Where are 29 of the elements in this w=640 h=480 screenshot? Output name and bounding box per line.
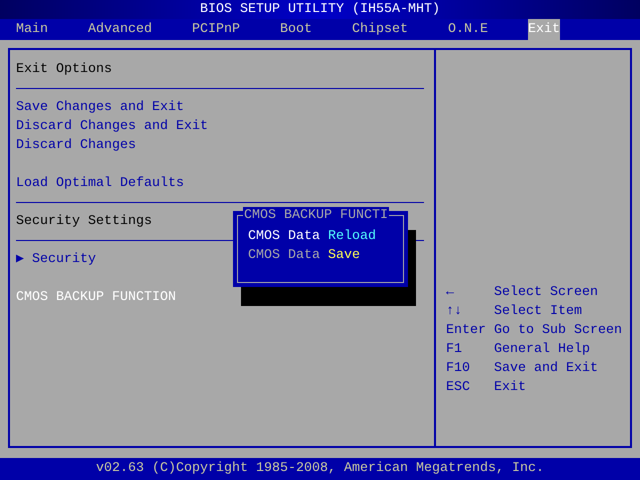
help-text: Exit	[494, 379, 527, 397]
section-heading: Exit Options	[16, 62, 112, 77]
copyright-text: v02.63 (C)Copyright 1985-2008, American Megatrends, Inc.	[96, 461, 544, 476]
section-heading: Security Settings	[16, 214, 152, 229]
menu-item[interactable]: Discard Changes and Exit	[16, 119, 208, 134]
help-text: General Help	[494, 341, 591, 359]
help-key: F10	[446, 359, 494, 378]
help-text: Select Screen	[494, 284, 599, 302]
menu-tab[interactable]: Advanced	[88, 19, 152, 40]
help-key: ↑↓	[446, 302, 494, 321]
submenu-item[interactable]: ▶ Security	[16, 252, 96, 267]
help-key: ←	[446, 283, 494, 302]
help-text: Select Item	[494, 303, 583, 321]
menu-item[interactable]: Load Optimal Defaults	[16, 176, 184, 191]
popup-option[interactable]: CMOS Data Save	[248, 246, 403, 265]
menu-tab[interactable]: O.N.E	[448, 19, 488, 40]
help-text: Save and Exit	[494, 360, 599, 378]
menu-tab[interactable]: Main	[16, 19, 48, 40]
menu-tab[interactable]: Boot	[280, 19, 312, 40]
help-key: Enter	[446, 321, 494, 340]
help-text: Go to Sub Screen	[494, 322, 623, 340]
help-key: F1	[446, 340, 494, 359]
menu-tab[interactable]: PCIPnP	[192, 19, 240, 40]
menu-item[interactable]: Save Changes and Exit	[16, 100, 184, 115]
popup-option[interactable]: CMOS Data Reload	[248, 227, 403, 246]
menu-tab[interactable]: Chipset	[352, 19, 408, 40]
window-title: BIOS SETUP UTILITY (IH55A-MHT)	[200, 2, 440, 17]
help-key: ESC	[446, 378, 494, 397]
menu-item[interactable]: Discard Changes	[16, 138, 136, 153]
